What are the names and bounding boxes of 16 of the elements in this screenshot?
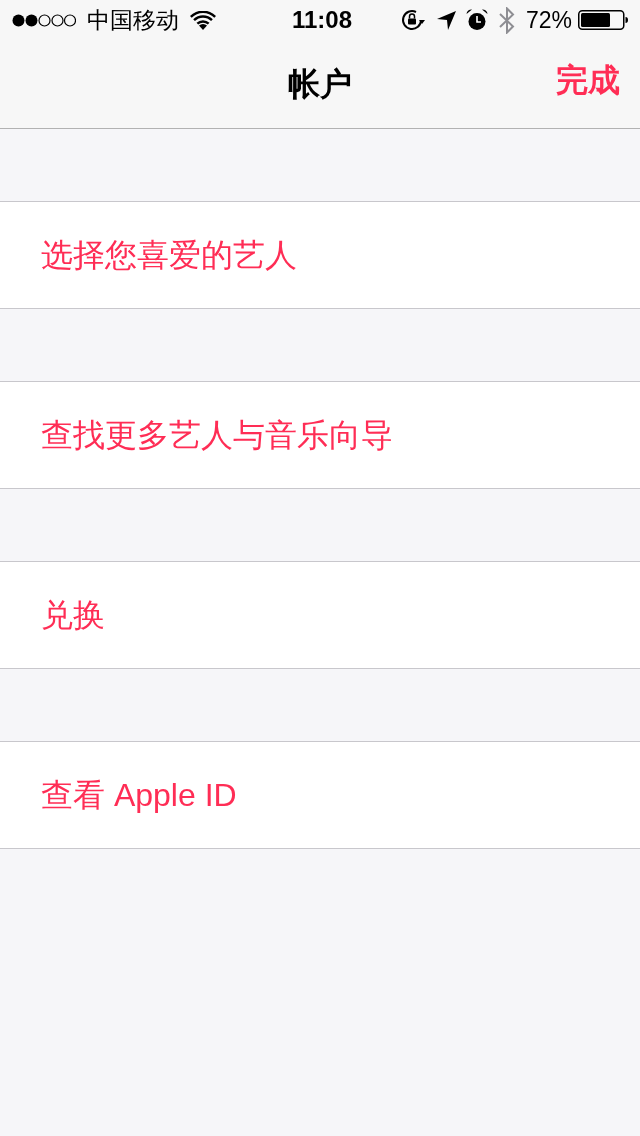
done-button[interactable]: 完成 [556,64,620,96]
list-row[interactable]: 兑换 [0,561,640,669]
rotation-lock-icon [400,9,425,31]
carrier-name: 中国移动 [87,8,179,32]
location-arrow-icon [436,10,456,30]
bluetooth-icon [498,6,515,34]
alarm-clock-icon [465,9,488,31]
battery-icon [578,10,628,30]
signal-dots-icon [12,13,76,27]
wifi-icon [190,10,216,30]
nav-title: 帐户 [288,68,352,100]
list-row[interactable]: 查找更多艺人与音乐向导 [0,381,640,489]
list-row[interactable]: 查看 Apple ID [0,741,640,849]
battery-percentage: 72% [525,8,572,32]
status-time: 11:08 [292,8,353,32]
list-row[interactable]: 选择您喜爱的艺人 [0,201,640,309]
